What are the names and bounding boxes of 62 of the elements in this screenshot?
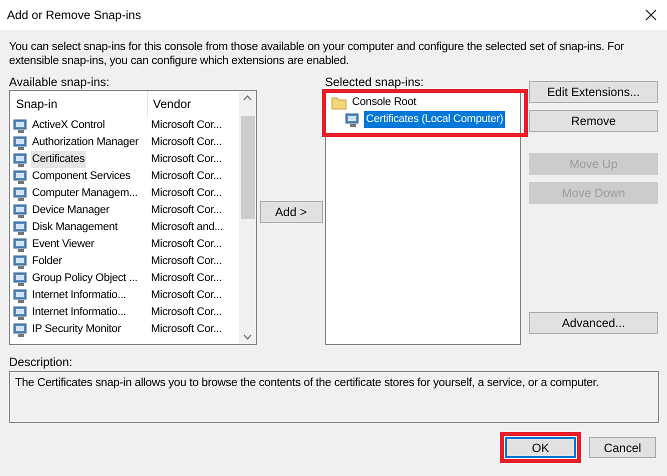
snap-in-name[interactable]: Component Services <box>31 168 132 185</box>
vendor-cell-text: Microsoft Cor... <box>150 186 222 202</box>
folder-icon <box>331 96 347 110</box>
snap-in-icon <box>345 112 361 128</box>
description-box: The Certificates snap-in allows you to browse the contents of the certificate stores for yourself, a service, or a computer. <box>9 371 659 423</box>
snap-in-name[interactable]: Folder <box>31 253 63 270</box>
tree-item[interactable]: Console Root <box>350 94 418 111</box>
vendor-cell-text: Microsoft Cor... <box>150 169 222 184</box>
vendor-cell-text: Microsoft Cor... <box>150 135 222 150</box>
selected-label: Selected snap-ins: <box>325 75 425 89</box>
ok-button[interactable]: OK <box>505 437 576 458</box>
column-header[interactable]: Snap-in <box>10 91 148 117</box>
vendor-cell-text: Microsoft Cor... <box>150 271 222 286</box>
snap-in-icon <box>13 220 29 236</box>
snap-in-icon <box>13 322 29 338</box>
snap-in-name[interactable]: Disk Management <box>31 219 119 236</box>
column-header[interactable]: Vendor <box>148 95 192 113</box>
window-title: Add or Remove Snap-ins <box>7 7 142 24</box>
dialog-button[interactable]: Advanced... <box>529 312 658 334</box>
vendor-cell-text: Microsoft Cor... <box>150 254 222 270</box>
description-label: Description: <box>9 355 74 369</box>
snap-in-icon <box>13 202 29 218</box>
snap-in-icon <box>13 236 29 252</box>
snap-in-icon <box>13 134 29 150</box>
snap-in-name[interactable]: Group Policy Object ... <box>31 270 138 287</box>
scrollbar[interactable] <box>239 91 256 344</box>
vendor-cell-text: Microsoft Cor... <box>150 237 222 252</box>
close-icon[interactable] <box>645 9 657 21</box>
snap-in-name[interactable]: Internet Informatio... <box>31 287 128 304</box>
scroll-down-icon[interactable] <box>243 334 252 340</box>
available-label: Available snap-ins: <box>9 75 111 89</box>
snap-in-name[interactable]: Internet Informatio... <box>31 304 128 321</box>
snap-in-icon <box>13 270 29 286</box>
vendor-cell-text: Microsoft Cor... <box>150 288 222 304</box>
snap-in-icon <box>13 304 29 320</box>
vendor-cell-text: Microsoft and... <box>150 220 223 236</box>
snap-in-name[interactable]: ActiveX Control <box>31 117 106 134</box>
snap-in-name[interactable]: Computer Managem... <box>31 185 139 202</box>
snap-in-name[interactable]: Event Viewer <box>31 236 96 253</box>
add-button[interactable]: Add > <box>260 201 322 223</box>
snap-in-name[interactable]: Authorization Manager <box>31 134 140 151</box>
snap-in-icon <box>13 186 29 202</box>
dialog-button[interactable]: Remove <box>529 110 658 132</box>
snap-in-icon <box>13 288 29 304</box>
snap-in-name[interactable]: Certificates <box>31 151 86 168</box>
dialog-button[interactable]: Edit Extensions... <box>529 81 658 103</box>
snap-in-icon <box>13 168 29 184</box>
vendor-cell-text: Microsoft Cor... <box>150 203 222 218</box>
vendor-cell-text: Microsoft Cor... <box>150 305 222 320</box>
snap-in-name[interactable]: Device Manager <box>31 202 110 219</box>
tree-item[interactable]: Certificates (Local Computer) <box>364 111 506 128</box>
snap-in-name[interactable]: IP Security Monitor <box>31 321 122 338</box>
snap-in-icon <box>13 118 29 134</box>
intro-text: You can select snap-ins for this console from those available on your computer and configure the selected set of snap-ins. For extensible snap-ins, you can configure which extensions are enabled. <box>8 40 625 68</box>
vendor-cell-text: Microsoft Cor... <box>150 322 222 338</box>
vendor-cell-text: Microsoft Cor... <box>150 118 222 134</box>
scroll-up-icon[interactable] <box>243 95 252 101</box>
vendor-cell-text: Microsoft Cor... <box>150 152 222 168</box>
cancel-button[interactable]: Cancel <box>589 437 656 458</box>
snap-in-icon <box>13 152 29 168</box>
snap-in-icon <box>13 254 29 270</box>
scroll-thumb[interactable] <box>240 116 254 219</box>
